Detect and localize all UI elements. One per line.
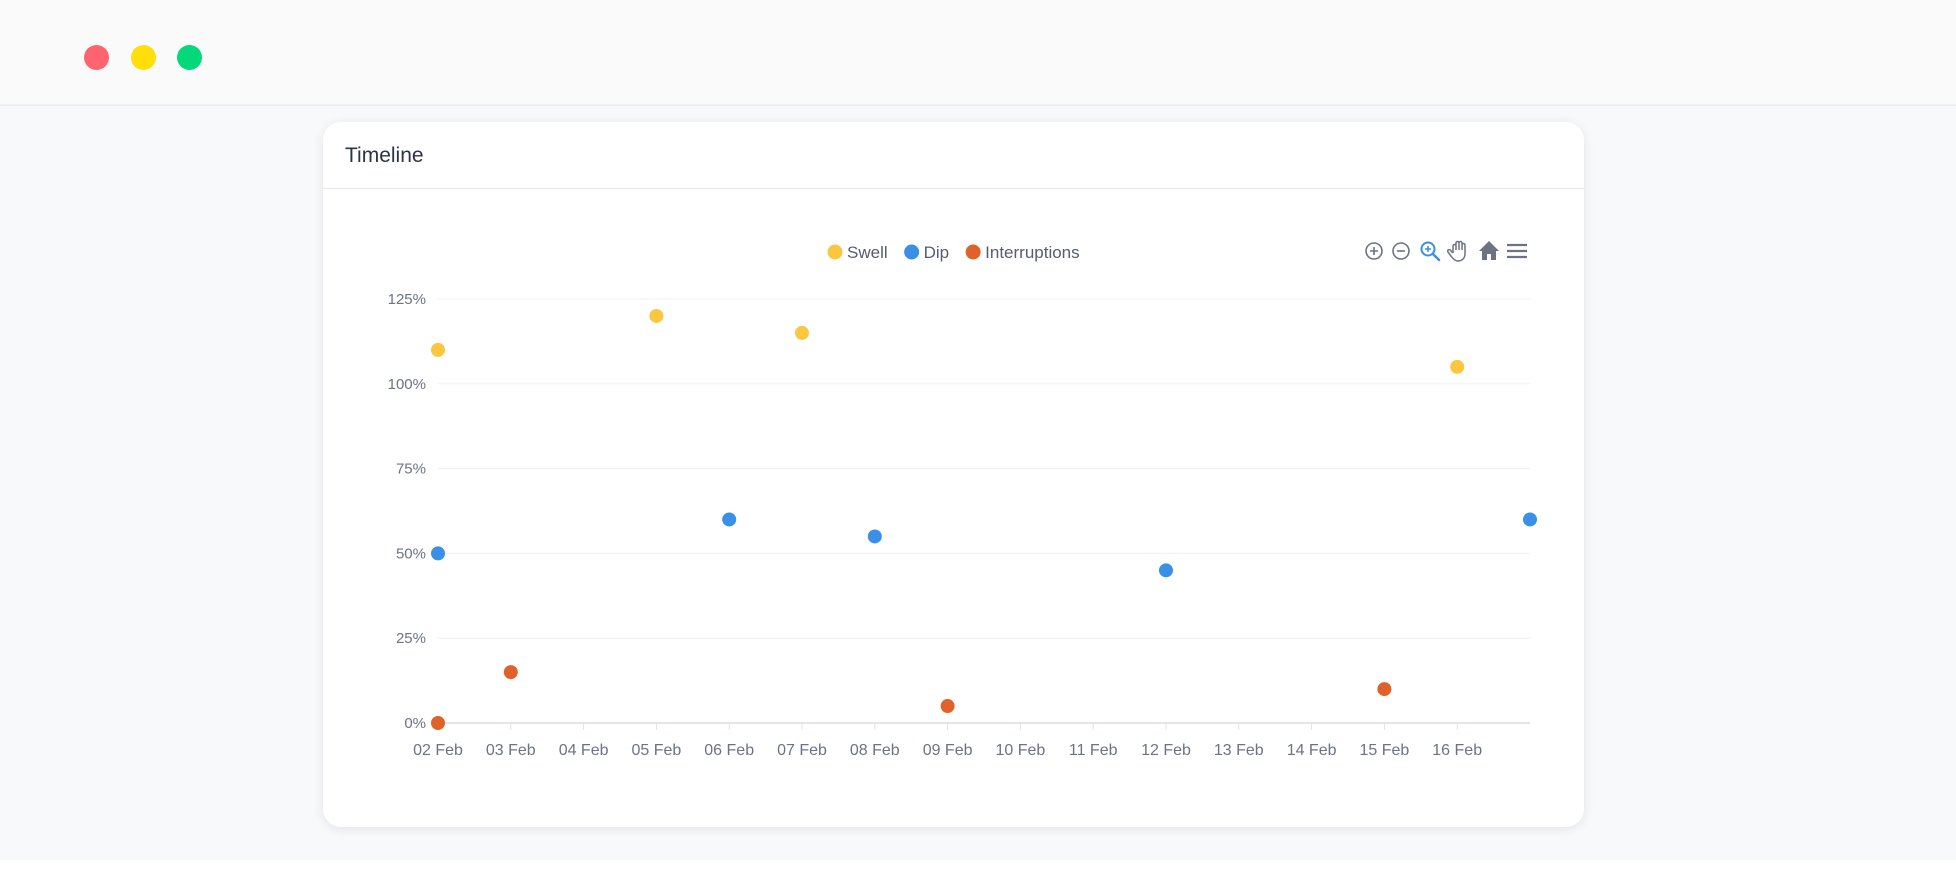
legend-marker bbox=[827, 244, 843, 260]
zoom-out-icon[interactable] bbox=[1392, 242, 1410, 260]
y-tick-label: 100% bbox=[388, 376, 426, 393]
series-swell bbox=[431, 308, 1465, 374]
data-point bbox=[795, 325, 809, 340]
series-interruptions bbox=[431, 665, 1392, 730]
y-tick-label: 50% bbox=[396, 545, 426, 562]
app-window: Timeline 0% 25% 50% 75% 100% 125% 02 Feb 03 Feb… bbox=[0, 0, 1956, 860]
data-point bbox=[1523, 512, 1537, 527]
data-point bbox=[431, 342, 445, 357]
title-bar bbox=[0, 0, 1956, 106]
x-tick-label: 11 Feb bbox=[1069, 742, 1118, 759]
legend-item[interactable]: Swell bbox=[827, 243, 888, 262]
legend-item[interactable]: Interruptions bbox=[965, 243, 1080, 262]
series-dip bbox=[431, 512, 1537, 578]
x-tick-label: 02 Feb bbox=[413, 742, 463, 759]
x-tick-label: 15 Feb bbox=[1359, 742, 1409, 759]
y-tick-label: 0% bbox=[404, 715, 426, 732]
pan-icon[interactable] bbox=[1446, 240, 1466, 262]
menu-icon[interactable] bbox=[1507, 243, 1527, 259]
x-tick-label: 06 Feb bbox=[704, 742, 754, 759]
x-tick-label: 10 Feb bbox=[995, 742, 1045, 759]
data-point bbox=[1377, 682, 1392, 697]
zoom-in-icon[interactable] bbox=[1365, 242, 1383, 260]
x-tick-label: 14 Feb bbox=[1287, 742, 1337, 759]
x-tick-label: 04 Feb bbox=[559, 742, 609, 759]
y-tick-label: 25% bbox=[396, 630, 426, 647]
legend-marker bbox=[904, 244, 920, 260]
legend-marker bbox=[965, 244, 981, 260]
chart-toolbar bbox=[1365, 240, 1527, 262]
data-point bbox=[431, 716, 445, 730]
minimize-button[interactable] bbox=[131, 45, 156, 70]
x-tick-label: 03 Feb bbox=[486, 742, 536, 759]
data-point bbox=[1159, 563, 1173, 578]
data-point bbox=[940, 699, 955, 714]
maximize-button[interactable] bbox=[177, 45, 202, 70]
x-tick-label: 08 Feb bbox=[850, 742, 900, 759]
data-point bbox=[503, 665, 518, 680]
data-point bbox=[431, 546, 445, 561]
legend-label: Swell bbox=[847, 243, 888, 262]
x-tick-label: 05 Feb bbox=[631, 742, 681, 759]
legend: Swell Dip Interruptions bbox=[827, 243, 1080, 262]
chart-card: Timeline 0% 25% 50% 75% 100% 125% 02 Feb 03 Feb… bbox=[323, 122, 1584, 827]
legend-label: Interruptions bbox=[985, 243, 1080, 262]
data-point bbox=[1450, 359, 1465, 374]
y-tick-label: 75% bbox=[396, 461, 426, 478]
legend-item[interactable]: Dip bbox=[904, 243, 949, 262]
close-button[interactable] bbox=[84, 45, 109, 70]
x-tick-label: 09 Feb bbox=[923, 742, 973, 759]
data-point bbox=[867, 529, 882, 544]
selection-zoom-icon[interactable] bbox=[1420, 241, 1441, 262]
x-tick-label: 12 Feb bbox=[1141, 742, 1191, 759]
data-point bbox=[722, 512, 737, 527]
home-icon[interactable] bbox=[1479, 241, 1499, 260]
y-tick-label: 125% bbox=[388, 291, 426, 308]
x-tick-label: 13 Feb bbox=[1214, 742, 1264, 759]
data-point bbox=[649, 308, 664, 323]
x-tick-label: 16 Feb bbox=[1432, 742, 1482, 759]
x-tick-label: 07 Feb bbox=[777, 742, 827, 759]
scatter-chart: 0% 25% 50% 75% 100% 125% 02 Feb 03 Feb 04 Feb 05 … bbox=[388, 240, 1537, 759]
legend-label: Dip bbox=[924, 243, 950, 262]
